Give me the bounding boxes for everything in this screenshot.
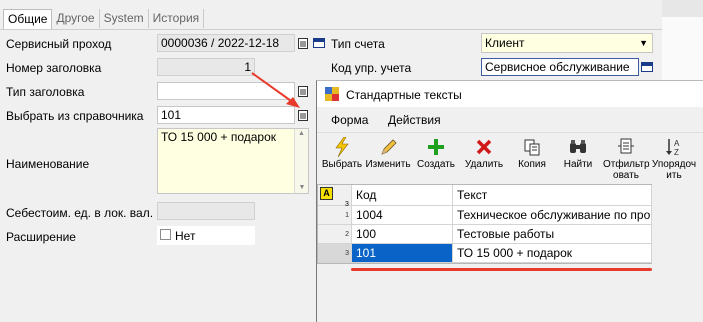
delete-button[interactable]: Удалить — [461, 136, 507, 170]
filter-icon — [603, 136, 649, 158]
tab-divider — [0, 29, 662, 30]
table-row[interactable]: 2 100 Тестовые работы — [318, 225, 653, 244]
extension-container: Нет — [157, 226, 255, 245]
service-pass-label: Сервисный проход — [6, 37, 112, 51]
mgmt-code-field[interactable]: Сервисное обслуживание — [481, 58, 639, 76]
delete-x-icon — [461, 136, 507, 158]
tab-system[interactable]: System — [100, 9, 149, 28]
tab-other[interactable]: Другое — [52, 9, 100, 28]
column-header-code[interactable]: Код — [352, 185, 453, 206]
tab-bar: Общие Другое System История — [3, 9, 205, 30]
svg-text:A: A — [674, 139, 680, 148]
extension-checkbox[interactable] — [160, 229, 171, 240]
filter-button[interactable]: Отфильтр овать — [603, 136, 650, 181]
account-type-value: Клиент — [485, 36, 525, 50]
header-type-label: Тип заголовка — [6, 85, 85, 99]
select-button[interactable]: Выбрать — [319, 136, 365, 170]
dialog-title: Стандартные тексты — [346, 88, 462, 102]
mgmt-code-open-icon[interactable] — [640, 60, 654, 74]
grid-corner-a-icon: A — [320, 187, 333, 200]
service-pass-open-icon[interactable] — [312, 36, 326, 50]
unit-cost-field[interactable] — [157, 202, 255, 220]
standard-texts-dialog: Стандартные тексты Форма Действия Выбрат… — [316, 80, 703, 322]
sort-button[interactable]: AZ Упорядоч ить — [651, 136, 697, 181]
table-row-selected[interactable]: 3 101 ТО 15 000 + подарок — [318, 244, 653, 263]
account-type-label: Тип счета — [331, 37, 385, 51]
extension-value: Нет — [175, 229, 196, 243]
grid-corner[interactable]: A 3 — [318, 185, 352, 208]
dialog-toolbar: Выбрать Изменить Создать Удалить Копия Н… — [317, 132, 703, 182]
column-header-text[interactable]: Текст — [453, 185, 652, 206]
standard-texts-grid: A 3 Код Текст 1 1004 Техническое обслужи… — [317, 184, 652, 264]
copy-button[interactable]: Копия — [509, 136, 555, 170]
menu-actions[interactable]: Действия — [388, 113, 441, 127]
tab-history[interactable]: История — [149, 9, 205, 28]
annotation-arrow — [251, 72, 300, 108]
name-textarea[interactable]: ТО 15 000 + подарок — [157, 128, 309, 194]
name-scrollbar[interactable]: ▲ ▼ — [294, 129, 308, 193]
name-label: Наименование — [6, 157, 90, 171]
sort-icon: AZ — [651, 136, 697, 158]
pick-from-ref-label: Выбрать из справочника — [6, 109, 144, 123]
service-pass-field[interactable]: 0000036 / 2022-12-18 — [157, 34, 295, 52]
lightning-icon — [319, 136, 365, 158]
app-icon — [325, 87, 339, 101]
unit-cost-label: Себестоим. ед. в лок. вал. — [6, 206, 154, 220]
menu-form[interactable]: Форма — [331, 113, 368, 127]
find-button[interactable]: Найти — [555, 136, 601, 170]
tab-general[interactable]: Общие — [3, 9, 53, 30]
annotation-underline — [351, 268, 652, 271]
create-button[interactable]: Создать — [413, 136, 459, 170]
plus-icon — [413, 136, 459, 158]
extension-label: Расширение — [6, 230, 76, 244]
header-number-field[interactable]: 1 — [157, 58, 255, 76]
dialog-titlebar: Стандартные тексты — [317, 81, 703, 107]
service-pass-lookup-icon[interactable] — [296, 36, 310, 50]
pencil-icon — [365, 136, 411, 158]
account-type-select[interactable]: Клиент ▼ — [481, 33, 653, 53]
table-row[interactable]: 1 1004 Техническое обслуживание по про..… — [318, 206, 653, 225]
mgmt-code-label: Код упр. учета — [331, 61, 412, 75]
edit-button[interactable]: Изменить — [365, 136, 411, 170]
dialog-menubar: Форма Действия — [317, 109, 703, 131]
svg-text:Z: Z — [674, 148, 679, 157]
binoculars-icon — [555, 136, 601, 158]
header-number-label: Номер заголовка — [6, 61, 102, 75]
dropdown-arrow-icon[interactable]: ▼ — [639, 34, 648, 52]
copy-icon — [509, 136, 555, 158]
